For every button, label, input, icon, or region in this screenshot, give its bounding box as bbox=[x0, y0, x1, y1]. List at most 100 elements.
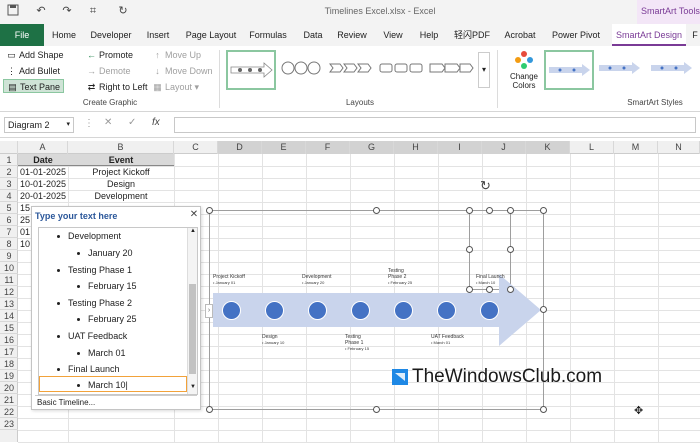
resize-handle[interactable] bbox=[206, 406, 213, 413]
timeline-marker[interactable] bbox=[480, 301, 499, 320]
add-bullet-button[interactable]: ⋮ Add Bullet bbox=[6, 64, 60, 78]
tab-format[interactable]: F bbox=[690, 24, 700, 46]
layout-button[interactable]: ▦ Layout ▾ bbox=[152, 80, 199, 94]
name-box[interactable]: Diagram 2 ▾ bbox=[4, 117, 74, 133]
cancel-icon[interactable]: ✕ bbox=[104, 117, 112, 128]
table-header-cell[interactable]: Date bbox=[18, 154, 68, 166]
row-header[interactable]: 15 bbox=[0, 322, 18, 334]
text-pane-button[interactable]: ▤ Text Pane bbox=[3, 79, 65, 93]
list-item[interactable]: February 15 bbox=[39, 278, 187, 294]
shape-resize-handle[interactable] bbox=[507, 246, 514, 253]
row-header[interactable]: 4 bbox=[0, 190, 18, 202]
row-header[interactable]: 11 bbox=[0, 274, 18, 286]
row-header[interactable]: 13 bbox=[0, 298, 18, 310]
layout-thumb-chevrons[interactable] bbox=[328, 50, 378, 90]
layout-thumb-basic-timeline[interactable] bbox=[226, 50, 276, 90]
promote-button[interactable]: ← Promote bbox=[86, 48, 133, 62]
timeline-label-top[interactable]: Project Kickoff • January 01 bbox=[213, 274, 245, 285]
row-header[interactable]: 19 bbox=[0, 370, 18, 382]
refresh-icon[interactable]: ↻ bbox=[116, 4, 130, 18]
resize-handle[interactable] bbox=[540, 207, 547, 214]
text-pane-toggle-arrow[interactable]: › bbox=[205, 304, 213, 318]
scroll-up-icon[interactable]: ▲ bbox=[189, 228, 197, 237]
column-header[interactable]: D bbox=[218, 141, 262, 154]
timeline-label-top[interactable]: Final Launch • March 10 bbox=[476, 274, 505, 285]
column-header[interactable]: M bbox=[614, 141, 658, 154]
column-header[interactable]: J bbox=[482, 141, 526, 154]
timeline-label-bottom[interactable]: Testing Phase 1 • February 15 bbox=[345, 334, 375, 351]
timeline-label-bottom[interactable]: UAT Feedback • March 01 bbox=[431, 334, 464, 345]
add-shape-button[interactable]: ▭ Add Shape bbox=[6, 48, 63, 62]
timeline-marker[interactable] bbox=[222, 301, 241, 320]
resize-handle[interactable] bbox=[373, 207, 380, 214]
row-header[interactable]: 21 bbox=[0, 394, 18, 406]
layouts-more-button[interactable]: ▾ bbox=[478, 52, 490, 88]
custom-quick-access-icon[interactable]: ⌗ bbox=[86, 4, 100, 18]
resize-handle[interactable] bbox=[373, 406, 380, 413]
text-pane-scrollbar[interactable]: ▲ ▼ bbox=[187, 228, 197, 394]
row-header[interactable]: 7 bbox=[0, 226, 18, 238]
column-header[interactable]: I bbox=[438, 141, 482, 154]
column-header[interactable]: G bbox=[350, 141, 394, 154]
shape-resize-handle[interactable] bbox=[486, 207, 493, 214]
column-header[interactable]: B bbox=[68, 141, 174, 154]
tab-developer[interactable]: Developer bbox=[86, 24, 136, 46]
style-thumb-1[interactable] bbox=[544, 50, 594, 90]
rotate-handle-icon[interactable]: ↻ bbox=[480, 178, 491, 194]
row-header[interactable]: 23 bbox=[0, 418, 18, 430]
tab-smartart-design[interactable]: SmartArt Design bbox=[612, 24, 686, 46]
tab-power-pivot[interactable]: Power Pivot bbox=[548, 24, 604, 46]
tab-pdf[interactable]: 轻闪PDF bbox=[450, 24, 494, 46]
tab-file[interactable]: File bbox=[0, 24, 44, 46]
tab-help[interactable]: Help bbox=[414, 24, 444, 46]
save-icon[interactable] bbox=[6, 4, 20, 18]
shape-resize-handle[interactable] bbox=[466, 207, 473, 214]
column-header[interactable]: H bbox=[394, 141, 438, 154]
move-up-button[interactable]: ↑ Move Up bbox=[152, 48, 201, 62]
list-item[interactable]: January 20 bbox=[39, 245, 187, 261]
select-all-corner[interactable] bbox=[0, 141, 18, 154]
timeline-marker[interactable] bbox=[265, 301, 284, 320]
row-header[interactable]: 3 bbox=[0, 178, 18, 190]
list-item[interactable]: UAT Feedback bbox=[39, 328, 187, 344]
layout-thumb-arrows[interactable] bbox=[428, 50, 478, 90]
tab-insert[interactable]: Insert bbox=[142, 24, 174, 46]
demote-button[interactable]: → Demote bbox=[86, 64, 131, 78]
layout-thumb-circle-chain[interactable] bbox=[278, 50, 328, 90]
row-header[interactable]: 22 bbox=[0, 406, 18, 418]
table-cell[interactable]: Project Kickoff bbox=[68, 166, 174, 178]
resize-handle[interactable] bbox=[206, 207, 213, 214]
move-down-button[interactable]: ↓ Move Down bbox=[152, 64, 212, 78]
tab-review[interactable]: Review bbox=[334, 24, 370, 46]
timeline-label-top[interactable]: Development • January 20 bbox=[302, 274, 331, 285]
tab-view[interactable]: View bbox=[378, 24, 408, 46]
timeline-marker[interactable] bbox=[351, 301, 370, 320]
resize-handle[interactable] bbox=[540, 306, 547, 313]
list-item-editing[interactable]: March 10| bbox=[39, 376, 187, 392]
shape-resize-handle[interactable] bbox=[507, 207, 514, 214]
list-item[interactable]: Development bbox=[39, 228, 187, 244]
column-header[interactable]: N bbox=[658, 141, 700, 154]
row-header[interactable]: 8 bbox=[0, 238, 18, 250]
timeline-label-top[interactable]: Testing Phase 2 • February 25 bbox=[388, 268, 418, 285]
table-cell[interactable]: Design bbox=[68, 178, 174, 190]
row-header[interactable]: 16 bbox=[0, 334, 18, 346]
shape-resize-handle[interactable] bbox=[486, 286, 493, 293]
row-header[interactable]: 12 bbox=[0, 286, 18, 298]
enter-check-icon[interactable]: ✓ bbox=[128, 117, 136, 128]
row-header[interactable]: 18 bbox=[0, 358, 18, 370]
shape-resize-handle[interactable] bbox=[466, 286, 473, 293]
scroll-thumb[interactable] bbox=[189, 284, 196, 374]
undo-icon[interactable]: ↶ bbox=[34, 4, 48, 18]
close-icon[interactable]: ✕ bbox=[188, 209, 200, 221]
row-header[interactable]: 20 bbox=[0, 382, 18, 394]
list-item[interactable]: Testing Phase 1 bbox=[39, 262, 187, 278]
row-header[interactable]: 10 bbox=[0, 262, 18, 274]
column-header[interactable]: A bbox=[18, 141, 68, 154]
scroll-down-icon[interactable]: ▼ bbox=[189, 384, 197, 393]
text-pane-footer-link[interactable]: Basic Timeline... bbox=[35, 395, 197, 409]
list-item[interactable]: March 01 bbox=[39, 345, 187, 361]
column-header[interactable]: F bbox=[306, 141, 350, 154]
style-thumb-3[interactable] bbox=[648, 50, 698, 90]
list-item[interactable]: February 25 bbox=[39, 311, 187, 327]
